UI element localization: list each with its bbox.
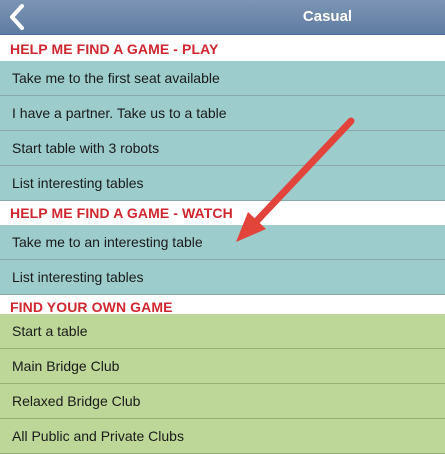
play-first-seat-item[interactable]: Take me to the first seat available: [0, 61, 445, 96]
chevron-left-icon: [10, 4, 24, 30]
own-all-clubs-item[interactable]: All Public and Private Clubs: [0, 419, 445, 454]
play-list-tables-item[interactable]: List interesting tables: [0, 166, 445, 201]
back-button[interactable]: [6, 3, 28, 31]
nav-title: Casual: [302, 8, 353, 25]
nav-bar: Casual: [0, 0, 445, 35]
watch-interesting-table-item[interactable]: Take me to an interesting table: [0, 225, 445, 260]
own-relaxed-bridge-club-item[interactable]: Relaxed Bridge Club: [0, 384, 445, 419]
section-header-play: HELP ME FIND A GAME - PLAY: [0, 37, 445, 61]
section-header-watch: HELP ME FIND A GAME - WATCH: [0, 201, 445, 225]
own-main-bridge-club-item[interactable]: Main Bridge Club: [0, 349, 445, 384]
play-robots-table-item[interactable]: Start table with 3 robots: [0, 131, 445, 166]
own-start-table-item[interactable]: Start a table: [0, 314, 445, 349]
watch-list-tables-item[interactable]: List interesting tables: [0, 260, 445, 295]
play-partner-table-item[interactable]: I have a partner. Take us to a table: [0, 96, 445, 131]
